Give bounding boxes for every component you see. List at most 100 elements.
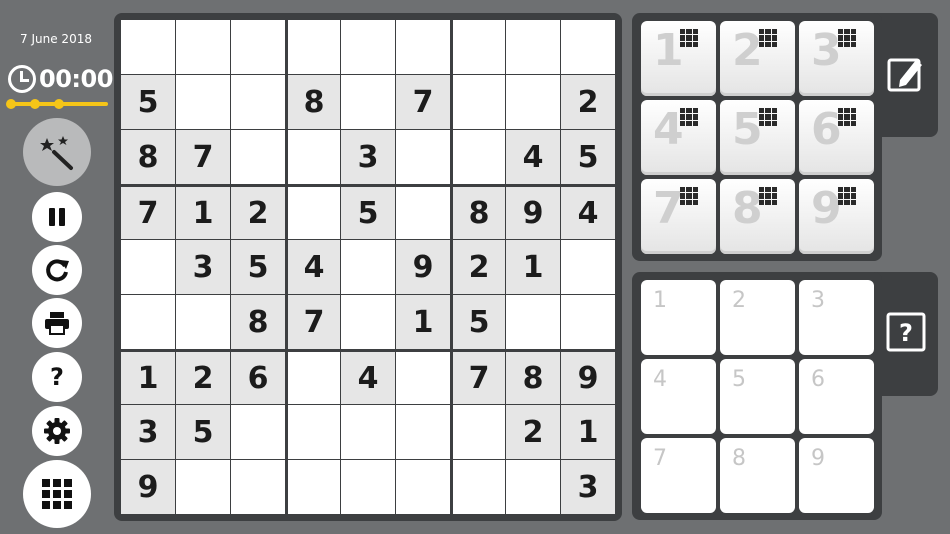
print-button[interactable] xyxy=(32,298,82,348)
sudoku-cell[interactable] xyxy=(176,75,230,129)
number-key[interactable]: 6 xyxy=(799,100,874,175)
sudoku-cell[interactable] xyxy=(506,460,560,514)
sudoku-cell[interactable]: 8 xyxy=(121,130,175,184)
sudoku-cell[interactable] xyxy=(506,75,560,129)
sudoku-cell[interactable] xyxy=(341,460,395,514)
sudoku-cell[interactable] xyxy=(453,130,505,184)
note-key[interactable]: 6 xyxy=(799,359,874,434)
number-key[interactable]: 4 xyxy=(641,100,716,175)
sudoku-cell[interactable]: 3 xyxy=(341,130,395,184)
sudoku-cell[interactable]: 2 xyxy=(231,187,285,239)
number-key[interactable]: 9 xyxy=(799,179,874,254)
help-button[interactable]: ? xyxy=(32,352,82,402)
sudoku-cell[interactable] xyxy=(288,20,340,74)
sudoku-cell[interactable]: 5 xyxy=(341,187,395,239)
sudoku-cell[interactable] xyxy=(561,240,615,294)
sudoku-cell[interactable]: 7 xyxy=(288,295,340,349)
sudoku-cell[interactable] xyxy=(396,352,450,404)
note-key[interactable]: 4 xyxy=(641,359,716,434)
sudoku-cell[interactable]: 4 xyxy=(288,240,340,294)
sudoku-cell[interactable]: 8 xyxy=(453,187,505,239)
sudoku-cell[interactable]: 9 xyxy=(561,352,615,404)
settings-button[interactable] xyxy=(32,406,82,456)
note-key[interactable]: 5 xyxy=(720,359,795,434)
sudoku-cell[interactable]: 2 xyxy=(176,352,230,404)
sudoku-cell[interactable] xyxy=(231,405,285,459)
sudoku-cell[interactable] xyxy=(341,75,395,129)
sudoku-cell[interactable]: 2 xyxy=(453,240,505,294)
sudoku-cell[interactable]: 5 xyxy=(561,130,615,184)
sudoku-cell[interactable]: 7 xyxy=(453,352,505,404)
sudoku-cell[interactable] xyxy=(453,405,505,459)
sudoku-cell[interactable]: 1 xyxy=(506,240,560,294)
number-key[interactable]: 5 xyxy=(720,100,795,175)
sudoku-cell[interactable]: 1 xyxy=(396,295,450,349)
sudoku-cell[interactable]: 5 xyxy=(231,240,285,294)
sudoku-cell[interactable] xyxy=(288,187,340,239)
sudoku-cell[interactable]: 7 xyxy=(396,75,450,129)
sudoku-cell[interactable]: 4 xyxy=(561,187,615,239)
restart-button[interactable] xyxy=(32,245,82,295)
sudoku-cell[interactable]: 8 xyxy=(288,75,340,129)
note-key[interactable]: 7 xyxy=(641,438,716,513)
sudoku-cell[interactable]: 8 xyxy=(506,352,560,404)
menu-button[interactable] xyxy=(23,460,91,528)
sudoku-cell[interactable] xyxy=(231,130,285,184)
sudoku-cell[interactable] xyxy=(176,460,230,514)
sudoku-cell[interactable]: 5 xyxy=(453,295,505,349)
pause-button[interactable] xyxy=(32,192,82,242)
number-key[interactable]: 1 xyxy=(641,21,716,96)
sudoku-cell[interactable]: 3 xyxy=(176,240,230,294)
sudoku-cell[interactable] xyxy=(506,20,560,74)
sudoku-cell[interactable] xyxy=(396,20,450,74)
sudoku-cell[interactable] xyxy=(231,460,285,514)
sudoku-cell[interactable]: 7 xyxy=(176,130,230,184)
sudoku-cell[interactable]: 1 xyxy=(121,352,175,404)
sudoku-cell[interactable]: 9 xyxy=(506,187,560,239)
sudoku-cell[interactable] xyxy=(176,20,230,74)
number-key[interactable]: 2 xyxy=(720,21,795,96)
sudoku-cell[interactable] xyxy=(561,20,615,74)
sudoku-cell[interactable] xyxy=(231,75,285,129)
sudoku-cell[interactable]: 3 xyxy=(561,460,615,514)
sudoku-cell[interactable] xyxy=(341,20,395,74)
magic-hint-button[interactable] xyxy=(23,118,91,186)
sudoku-cell[interactable] xyxy=(396,460,450,514)
pen-mode-button[interactable] xyxy=(886,54,926,94)
sudoku-cell[interactable]: 9 xyxy=(396,240,450,294)
sudoku-cell[interactable]: 1 xyxy=(176,187,230,239)
note-key[interactable]: 2 xyxy=(720,280,795,355)
sudoku-cell[interactable]: 5 xyxy=(176,405,230,459)
note-key[interactable]: 3 xyxy=(799,280,874,355)
sudoku-cell[interactable]: 8 xyxy=(231,295,285,349)
sudoku-cell[interactable] xyxy=(341,240,395,294)
sudoku-cell[interactable] xyxy=(396,130,450,184)
sudoku-cell[interactable]: 4 xyxy=(506,130,560,184)
sudoku-cell[interactable] xyxy=(396,187,450,239)
number-key[interactable]: 3 xyxy=(799,21,874,96)
sudoku-cell[interactable]: 2 xyxy=(506,405,560,459)
number-key[interactable]: 8 xyxy=(720,179,795,254)
note-key[interactable]: 9 xyxy=(799,438,874,513)
sudoku-cell[interactable] xyxy=(341,405,395,459)
sudoku-cell[interactable] xyxy=(176,295,230,349)
sudoku-cell[interactable]: 5 xyxy=(121,75,175,129)
sudoku-cell[interactable] xyxy=(288,352,340,404)
number-key[interactable]: 7 xyxy=(641,179,716,254)
sudoku-cell[interactable] xyxy=(288,130,340,184)
note-key[interactable]: 1 xyxy=(641,280,716,355)
sudoku-cell[interactable] xyxy=(396,405,450,459)
sudoku-cell[interactable]: 1 xyxy=(561,405,615,459)
sudoku-cell[interactable] xyxy=(121,295,175,349)
sudoku-cell[interactable]: 3 xyxy=(121,405,175,459)
sudoku-cell[interactable]: 7 xyxy=(121,187,175,239)
sudoku-cell[interactable] xyxy=(561,295,615,349)
sudoku-cell[interactable] xyxy=(121,20,175,74)
notes-mode-button[interactable]: ? xyxy=(886,312,926,352)
sudoku-cell[interactable] xyxy=(231,20,285,74)
sudoku-cell[interactable]: 9 xyxy=(121,460,175,514)
sudoku-cell[interactable] xyxy=(288,460,340,514)
sudoku-cell[interactable]: 4 xyxy=(341,352,395,404)
sudoku-cell[interactable] xyxy=(506,295,560,349)
sudoku-cell[interactable] xyxy=(121,240,175,294)
